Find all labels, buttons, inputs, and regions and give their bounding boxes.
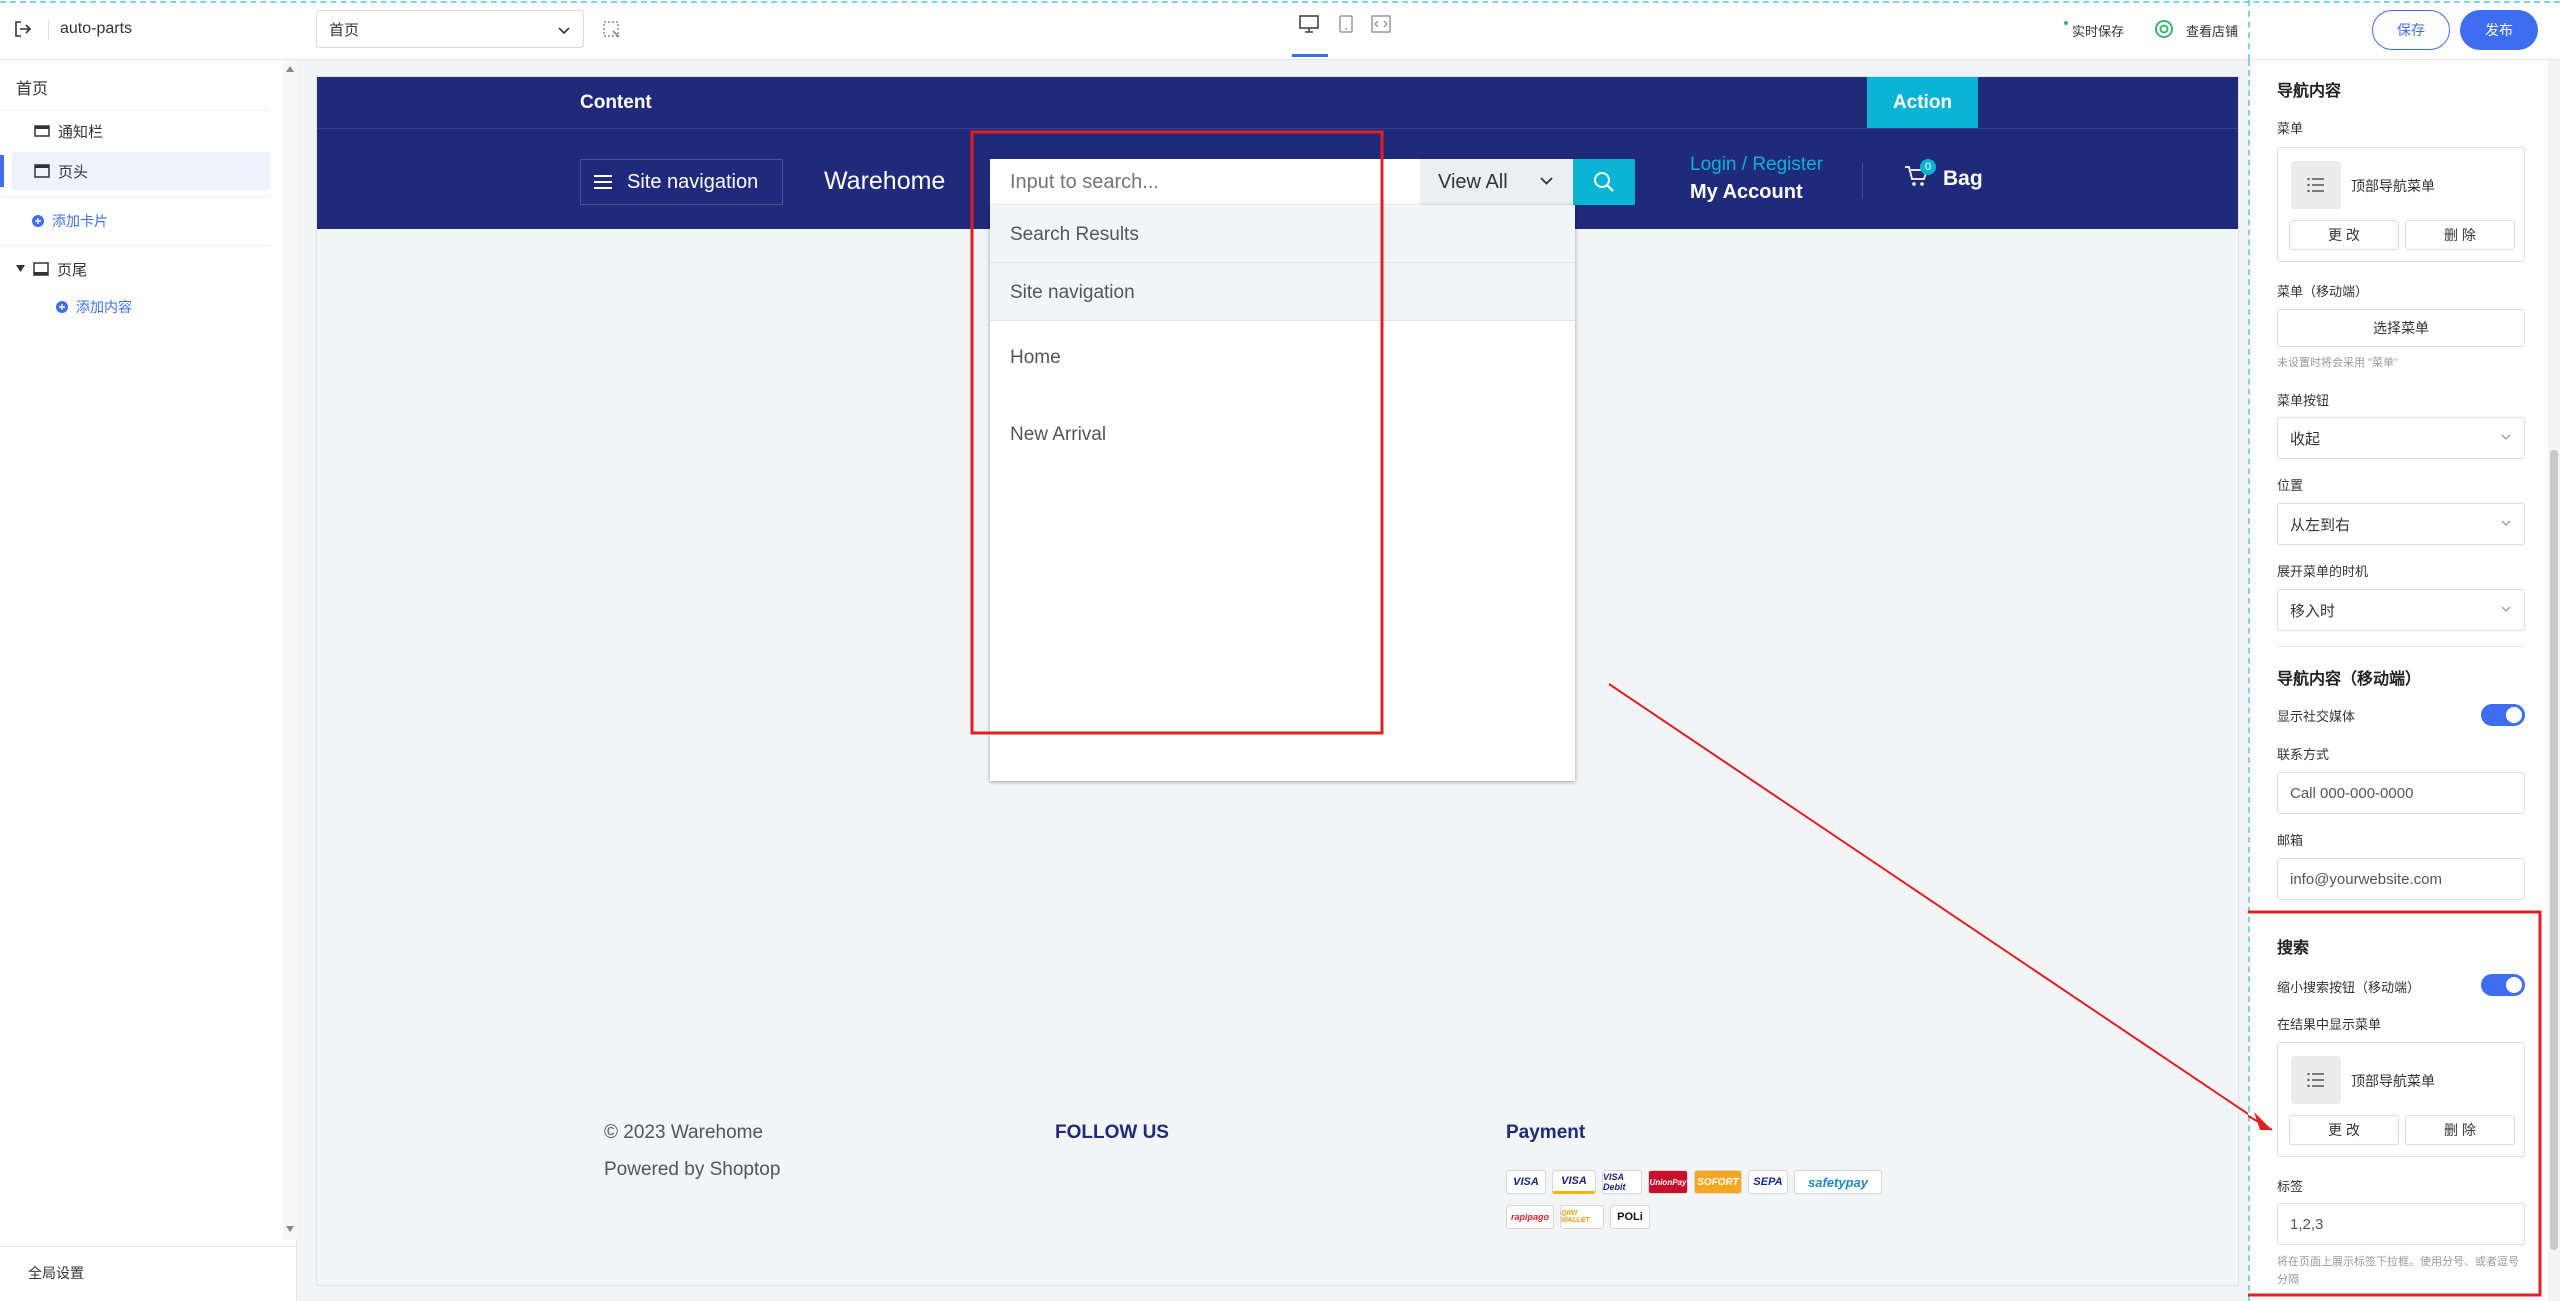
footer-icon [33,262,49,276]
scroll-up-icon[interactable] [286,66,294,72]
add-card-button[interactable]: 添加卡片 [0,202,270,240]
add-content-button[interactable]: 添加内容 [0,288,270,326]
divider [0,196,270,197]
desktop-icon[interactable] [1298,14,1320,34]
chevron-down-icon [557,23,571,37]
annotation-box-search [970,130,1384,735]
save-status-dot [2064,21,2068,25]
annotation-box-search-settings [2248,910,2542,1297]
section-item-label: 页头 [58,163,89,181]
select-region-icon[interactable] [602,20,622,40]
section-item-footer[interactable]: 页尾 [0,250,270,288]
notice-bar-icon [34,124,50,138]
top-toolbar: auto-parts 首页 实时保存 查看店铺 保存 发布 [0,0,2560,60]
selected-indicator [0,155,4,187]
editor-canvas: Content Action Site navigation Warehome … [297,60,2248,1301]
page-select-value: 首页 [329,21,360,39]
annotation-overlay-right [2248,910,2542,1297]
divider [48,20,49,40]
add-content-label: 添加内容 [76,299,132,315]
top-dashed-guide [0,1,2560,3]
scroll-down-icon[interactable] [286,1226,294,1232]
save-button[interactable]: 保存 [2372,10,2450,50]
exit-icon[interactable] [12,18,34,40]
section-item-label: 通知栏 [58,123,104,141]
section-item-label: 页尾 [57,261,88,279]
add-card-label: 添加卡片 [52,213,108,229]
code-icon[interactable] [1371,15,1391,33]
store-icon [2154,19,2174,39]
left-panel: 首页 通知栏 页头 添加卡片 页尾 添加内容 全局设置 [0,60,297,1301]
page-title: 首页 [16,81,49,98]
divider [0,110,270,111]
tablet-icon[interactable] [1337,14,1355,34]
publish-button[interactable]: 发布 [2460,10,2538,50]
right-panel: 导航内容 菜单 顶部导航菜单 更 改 删 除 菜单（移动端） 选择菜单 未设置时… [2248,60,2560,1301]
realtime-save-label: 实时保存 [2072,24,2125,39]
annotation-overlay [970,130,2248,1116]
annotation-arrow-line [1608,683,2248,1116]
page-select[interactable]: 首页 [316,10,584,48]
header-icon [34,164,50,178]
divider [0,1246,297,1247]
app-name: auto-parts [60,20,133,37]
plus-circle-icon [32,215,44,227]
plus-circle-icon [56,301,68,313]
divider [0,245,270,246]
global-settings-link[interactable]: 全局设置 [28,1263,84,1283]
caret-down-icon[interactable] [16,265,25,273]
view-store-link[interactable]: 查看店铺 [2186,21,2238,40]
section-item-header[interactable]: 页头 [12,152,270,190]
right-dashed-guide [2248,0,2250,60]
active-device-indicator [1292,54,1328,57]
section-item-notice-bar[interactable]: 通知栏 [0,112,270,150]
left-scrollbar[interactable] [283,60,297,1240]
